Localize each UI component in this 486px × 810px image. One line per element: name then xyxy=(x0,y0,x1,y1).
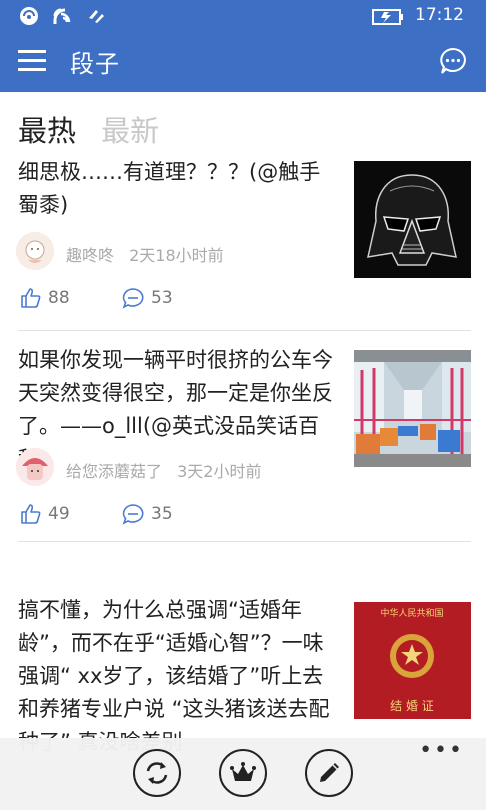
post-image-marriage-certificate[interactable]: 中华人民共和国 结 婚 证 xyxy=(354,602,471,719)
divider xyxy=(18,541,471,542)
author-name[interactable]: 趣咚咚 xyxy=(66,246,114,265)
comment-icon xyxy=(122,288,144,309)
post-meta: 趣咚咚 2天18小时前 xyxy=(66,242,224,266)
post-time: 3天2小时前 xyxy=(177,462,262,481)
divider xyxy=(18,330,471,331)
clock: 17:12 xyxy=(415,5,464,25)
tab-hottest[interactable]: 最热 xyxy=(18,108,76,150)
post-image-darth-vader[interactable] xyxy=(354,161,471,278)
marriage-certificate-image: 中华人民共和国 结 婚 证 xyxy=(354,602,471,719)
status-bar: 17:12 xyxy=(0,0,486,32)
connectivity-icon xyxy=(89,10,104,23)
wifi-icon xyxy=(53,8,71,24)
certificate-bottom-text: 结 婚 证 xyxy=(390,699,434,713)
post-meta: 给您添蘑菇了 3天2小时前 xyxy=(66,458,261,482)
comment-count: 53 xyxy=(151,288,173,308)
edit-pen-icon xyxy=(320,763,339,782)
like-count: 49 xyxy=(48,504,70,524)
like-button[interactable]: 49 xyxy=(20,503,70,525)
like-count: 88 xyxy=(48,288,70,308)
hamburger-menu-icon[interactable] xyxy=(18,48,46,74)
comment-count: 35 xyxy=(151,504,173,524)
post-image-empty-bus[interactable] xyxy=(354,350,471,467)
post-time: 2天18小时前 xyxy=(129,246,224,265)
comment-button[interactable]: 35 xyxy=(121,503,173,525)
battery-charging-icon xyxy=(372,9,403,25)
tab-bar: 最热 最新 xyxy=(18,108,179,148)
comment-button[interactable]: 53 xyxy=(121,287,173,309)
bottom-app-bar: ••• xyxy=(0,738,486,810)
avatar[interactable] xyxy=(16,448,54,486)
comment-icon xyxy=(122,504,144,525)
refresh-button[interactable] xyxy=(133,749,181,797)
post-text[interactable]: 细思极……有道理？？？(@触手蜀黍) xyxy=(18,156,336,222)
messaging-icon xyxy=(20,7,38,25)
page-title: 段子 xyxy=(70,50,120,78)
avatar[interactable] xyxy=(16,232,54,270)
crown-button[interactable] xyxy=(219,749,267,797)
post-text[interactable]: 如果你发现一辆平时很挤的公车今天突然变得很空，那一定是你坐反了。——o_lll(… xyxy=(18,344,336,476)
app-bar: 段子 xyxy=(0,32,486,92)
like-button[interactable]: 88 xyxy=(20,287,70,309)
write-post-button[interactable] xyxy=(305,749,353,797)
crown-icon xyxy=(230,762,256,781)
certificate-top-text: 中华人民共和国 xyxy=(380,607,443,619)
thumbs-up-icon xyxy=(21,504,41,524)
author-name[interactable]: 给您添蘑菇了 xyxy=(66,462,162,481)
darth-vader-helmet-icon xyxy=(354,161,471,278)
more-options-button[interactable]: ••• xyxy=(419,740,464,762)
refresh-icon xyxy=(146,762,168,784)
bus-interior-image xyxy=(354,350,471,467)
thumbs-up-icon xyxy=(21,288,41,308)
post-text[interactable]: 搞不懂，为什么总强调“适婚年龄”，而不在乎“适婚心智”？一味强调“ xx岁了，该… xyxy=(18,594,336,759)
chat-bubble-icon[interactable] xyxy=(438,46,468,76)
tab-newest[interactable]: 最新 xyxy=(101,108,159,150)
